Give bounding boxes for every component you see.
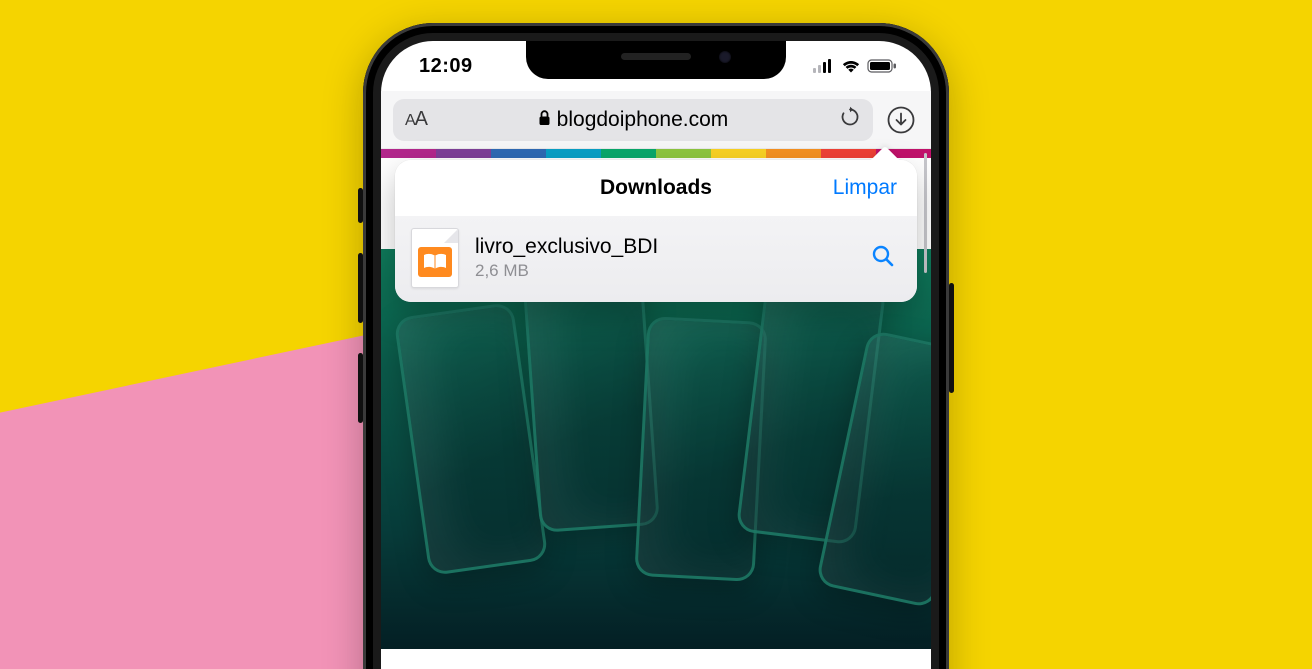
download-file-info: livro_exclusivo_BDI 2,6 MB: [475, 235, 849, 281]
text-size-small-a: A: [405, 112, 415, 129]
reload-button[interactable]: [839, 106, 861, 133]
lock-icon: [538, 108, 551, 132]
safari-toolbar: AA blogdoiphone.com: [381, 91, 931, 149]
scroll-indicator: [924, 153, 927, 273]
downloads-popover-wrap: Downloads Limpar: [381, 148, 931, 302]
text-size-big-a: A: [415, 108, 427, 130]
magnifier-icon: [870, 243, 896, 274]
notch: [526, 41, 786, 79]
iphone-screen: 12:09: [381, 41, 931, 669]
downloads-popover: Downloads Limpar: [395, 160, 917, 302]
cellular-icon: [813, 59, 835, 73]
iphone-frame: 12:09: [363, 23, 949, 669]
file-type-icon: [411, 228, 459, 288]
address-field[interactable]: AA blogdoiphone.com: [393, 99, 873, 141]
download-row[interactable]: livro_exclusivo_BDI 2,6 MB: [411, 228, 901, 288]
downloads-list: livro_exclusivo_BDI 2,6 MB: [395, 216, 917, 302]
reveal-in-finder-button[interactable]: [865, 243, 901, 274]
address-url: blogdoiphone.com: [538, 108, 729, 132]
downloads-title: Downloads: [600, 176, 712, 200]
downloads-button[interactable]: [883, 102, 919, 138]
address-text: blogdoiphone.com: [557, 108, 729, 132]
wifi-icon: [841, 59, 861, 73]
text-size-button[interactable]: AA: [405, 108, 427, 131]
download-file-name: livro_exclusivo_BDI: [475, 235, 849, 259]
status-time: 12:09: [419, 55, 473, 78]
battery-icon: [867, 59, 897, 73]
mute-switch: [358, 188, 363, 223]
status-icons: [813, 59, 897, 73]
downloads-clear-button[interactable]: Limpar: [833, 176, 897, 200]
download-file-size: 2,6 MB: [475, 261, 849, 281]
front-camera: [719, 51, 731, 63]
hero-image: [381, 249, 931, 649]
scene-background: 12:09: [0, 0, 1312, 669]
ibooks-icon: [418, 247, 452, 277]
rainbow-stripe: [381, 149, 931, 158]
speaker-grille: [621, 53, 691, 60]
downloads-popover-header: Downloads Limpar: [395, 160, 917, 216]
